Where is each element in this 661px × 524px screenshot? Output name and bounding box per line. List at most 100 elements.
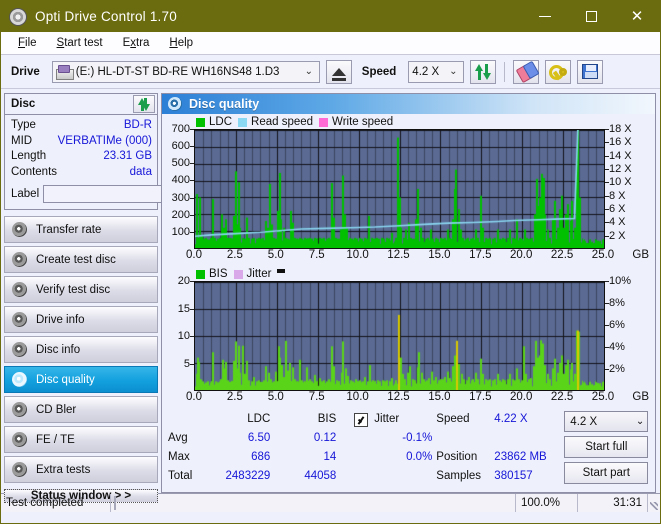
disc-row-label: Type bbox=[11, 119, 36, 131]
disc-label-caption: Label bbox=[11, 187, 40, 200]
sidebar-item-disc-info[interactable]: Disc info bbox=[4, 336, 158, 363]
stats-row-label: Total bbox=[168, 470, 193, 482]
axis-tick-label: 5.0 bbox=[267, 249, 284, 261]
disc-label-row: Label bbox=[11, 183, 244, 205]
axis-tick-label: 14 X bbox=[609, 149, 632, 162]
transfer-rate-icon bbox=[12, 222, 27, 237]
drive-info-icon bbox=[12, 312, 27, 327]
verify-test-disc-icon bbox=[12, 282, 27, 297]
jitter-toggle[interactable]: Jitter bbox=[354, 410, 432, 429]
axis-tick-label: 2% bbox=[609, 363, 625, 375]
axis-tick-label: 20 bbox=[177, 275, 190, 287]
maximize-button[interactable] bbox=[568, 1, 614, 32]
axis-tick-label: 15.0 bbox=[428, 249, 451, 261]
tools-button[interactable] bbox=[545, 59, 572, 84]
sidebar-item-disc-quality[interactable]: Disc quality bbox=[4, 366, 158, 393]
stats-meta-labels-col: Speed Position Samples bbox=[432, 410, 494, 484]
toolbar: Drive (E:) HL-DT-ST BD-RE WH16NS48 1.D3 … bbox=[1, 55, 660, 89]
menu-item-extra[interactable]: Extra bbox=[114, 34, 159, 52]
fe-te-icon bbox=[12, 432, 27, 447]
axis-tick-label: 100 bbox=[171, 225, 190, 238]
window-controls: ✕ bbox=[522, 1, 660, 32]
panel-header: Disc quality bbox=[162, 94, 655, 114]
sidebar-item-label: Transfer rate bbox=[36, 223, 102, 236]
axis-tick-label: 8% bbox=[609, 297, 625, 309]
ldc-chart-legend: LDC Read speed Write speed bbox=[162, 114, 655, 129]
jitter-checkbox[interactable] bbox=[354, 412, 369, 427]
sidebar-item-verify-test-disc[interactable]: Verify test disc bbox=[4, 276, 158, 303]
axis-tick-mark bbox=[605, 155, 609, 157]
test-speed-select[interactable]: 4.2 X ⌄ bbox=[564, 411, 649, 432]
stats-bis-avg: 0.12 bbox=[313, 432, 337, 444]
window-title: Opti Drive Control 1.70 bbox=[35, 9, 177, 24]
disc-row-length: Length 23.31 GB bbox=[11, 149, 152, 165]
stats-actions-col: 4.2 X ⌄ Start full Start part bbox=[564, 410, 652, 484]
disc-refresh-button[interactable] bbox=[133, 95, 155, 113]
ldc-plot-area bbox=[194, 129, 605, 249]
start-full-button[interactable]: Start full bbox=[564, 436, 649, 458]
minimize-icon bbox=[539, 15, 551, 18]
menu-item-start-test[interactable]: Start test bbox=[48, 34, 112, 52]
sidebar-item-fe-te[interactable]: FE / TE bbox=[4, 426, 158, 453]
axis-tick-label: 600 bbox=[171, 140, 190, 153]
menu-item-help[interactable]: Help bbox=[160, 34, 202, 52]
sidebar-item-cd-bler[interactable]: CD Bler bbox=[4, 396, 158, 423]
disc-row-value: VERBATIMe (000) bbox=[57, 134, 152, 147]
menu-item-file[interactable]: File bbox=[9, 34, 46, 52]
disc-quality-panel: Disc quality LDC Read speed Write speed … bbox=[161, 93, 656, 493]
speed-select[interactable]: 4.2 X ⌄ bbox=[408, 60, 465, 83]
sidebar-item-extra-tests[interactable]: Extra tests bbox=[4, 456, 158, 483]
stats-header-row bbox=[168, 410, 192, 429]
legend-item-bis: BIS bbox=[196, 268, 228, 280]
axis-tick-label: 6 X bbox=[609, 203, 626, 215]
status-message: Test completed bbox=[1, 494, 111, 512]
status-bar: Test completed 100.0% 31:31 bbox=[1, 493, 660, 512]
resize-grip[interactable] bbox=[648, 494, 660, 512]
legend-swatch bbox=[319, 117, 329, 127]
minimize-button[interactable] bbox=[522, 1, 568, 32]
sidebar-item-label: Extra tests bbox=[36, 463, 91, 476]
sidebar-item-transfer-rate[interactable]: Transfer rate bbox=[4, 216, 158, 243]
start-part-button[interactable]: Start part bbox=[564, 462, 649, 484]
ldc-y-axis-left: 100 200 300 400 500 600 700 bbox=[162, 123, 194, 249]
stats-ldc-total: 2483229 bbox=[225, 470, 271, 482]
axis-tick-label: 10.0 bbox=[346, 249, 369, 261]
axis-tick-label: 10 X bbox=[609, 176, 632, 189]
chevron-down-icon: ⌄ bbox=[304, 66, 313, 77]
axis-tick-mark bbox=[605, 281, 609, 282]
title-bar: Opti Drive Control 1.70 ✕ bbox=[1, 1, 660, 32]
axis-tick-label: 7.5 bbox=[308, 249, 325, 261]
legend-marker-icon bbox=[277, 269, 286, 273]
speed-label: Speed bbox=[436, 413, 470, 425]
axis-unit-label: GB bbox=[632, 391, 649, 403]
axis-tick-label: 8 X bbox=[609, 189, 626, 202]
sidebar-item-create-test-disc[interactable]: Create test disc bbox=[4, 246, 158, 273]
eject-icon bbox=[331, 67, 346, 81]
stats-bis-col: BIS 0.12 14 44058 bbox=[270, 410, 336, 484]
menu-bar: File Start test Extra Help bbox=[1, 32, 660, 55]
bis-y-axis-right: 2% 4% 6% 8% 10% bbox=[605, 275, 641, 391]
stats-jitter-avg: -0.1% bbox=[402, 432, 433, 444]
close-button[interactable]: ✕ bbox=[614, 1, 660, 32]
erase-button[interactable] bbox=[513, 59, 540, 84]
cd-bler-icon bbox=[12, 402, 27, 417]
test-speed-value: 4.2 X bbox=[570, 415, 598, 428]
axis-tick-mark bbox=[605, 303, 609, 304]
axis-tick-mark bbox=[605, 222, 609, 224]
save-button[interactable] bbox=[577, 59, 604, 84]
axis-tick-label: 0.0 bbox=[186, 391, 202, 403]
stats-row-label: Avg bbox=[168, 432, 188, 444]
axis-tick-mark bbox=[605, 169, 609, 170]
axis-tick-mark bbox=[605, 369, 609, 370]
axis-tick-label: 22.5 bbox=[550, 249, 574, 261]
disc-panel-header: Disc bbox=[5, 94, 157, 115]
axis-tick-label: 15 bbox=[177, 302, 190, 315]
position-value: 23862 MB bbox=[494, 451, 547, 463]
axis-tick-label: 22.5 bbox=[550, 391, 574, 403]
legend-label: Read speed bbox=[251, 116, 314, 128]
refresh-button[interactable] bbox=[470, 59, 497, 84]
sidebar-item-drive-info[interactable]: Drive info bbox=[4, 306, 158, 333]
eject-button[interactable] bbox=[325, 59, 352, 84]
drive-select[interactable]: (E:) HL-DT-ST BD-RE WH16NS48 1.D3 ⌄ bbox=[51, 60, 320, 83]
bis-x-axis: 0.0 2.5 5.0 7.5 10.0 12.5 15.0 17.5 20.0 22.5 25.0… bbox=[186, 391, 649, 406]
